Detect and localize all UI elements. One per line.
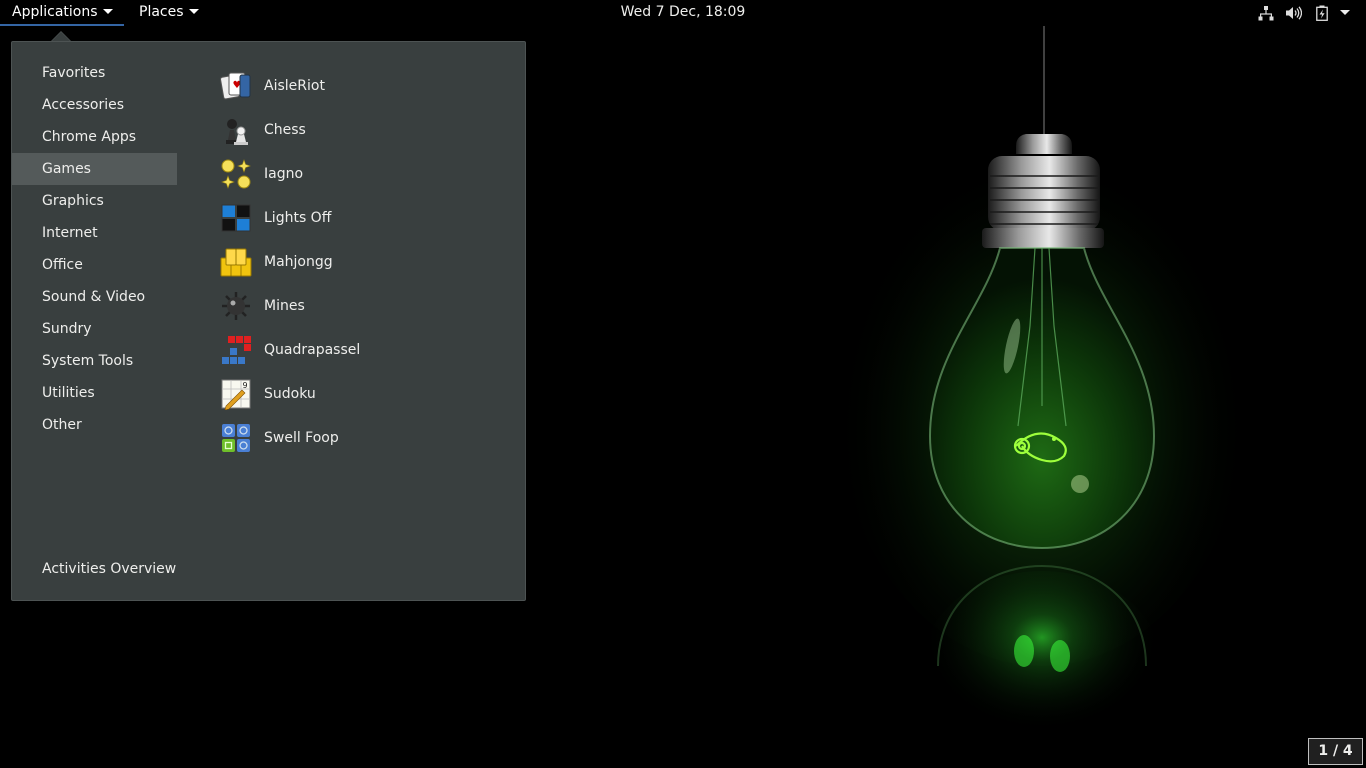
- category-games[interactable]: Games: [12, 153, 177, 185]
- iagno-icon: [220, 158, 252, 190]
- app-list: ♥ AisleRiot Chess Iagno Lights Off Mahjongg Mi…: [220, 64, 510, 460]
- app-item-chess[interactable]: Chess: [220, 108, 510, 152]
- app-item-mines[interactable]: Mines: [220, 284, 510, 328]
- chevron-down-icon: [188, 8, 199, 14]
- app-item-label: Iagno: [264, 166, 304, 182]
- category-graphics[interactable]: Graphics: [12, 185, 177, 217]
- app-item-label: Quadrapassel: [264, 342, 361, 358]
- svg-text:9: 9: [242, 381, 247, 390]
- app-item-lights-off[interactable]: Lights Off: [220, 196, 510, 240]
- app-item-label: Chess: [264, 122, 306, 138]
- cards-icon: ♥: [220, 70, 252, 102]
- app-item-aisleriot[interactable]: ♥ AisleRiot: [220, 64, 510, 108]
- system-menu-chevron-icon[interactable]: [1340, 10, 1350, 15]
- app-item-sudoku[interactable]: 9 Sudoku: [220, 372, 510, 416]
- clock-button[interactable]: Wed 7 Dec, 18:09: [621, 4, 746, 20]
- category-office[interactable]: Office: [12, 249, 177, 281]
- applications-menu-button[interactable]: Applications: [0, 0, 124, 26]
- app-item-label: Sudoku: [264, 386, 316, 402]
- lights-off-icon: [220, 202, 252, 234]
- app-item-label: Mines: [264, 298, 305, 314]
- sudoku-icon: 9: [220, 378, 252, 411]
- category-system-tools[interactable]: System Tools: [12, 345, 177, 377]
- app-item-label: AisleRiot: [264, 78, 325, 94]
- category-other[interactable]: Other: [12, 409, 177, 441]
- chess-icon: [220, 114, 252, 146]
- app-item-iagno[interactable]: Iagno: [220, 152, 510, 196]
- mine-icon: [220, 290, 252, 322]
- category-list: Favorites Accessories Chrome Apps Games Grap…: [12, 57, 177, 441]
- category-utilities[interactable]: Utilities: [12, 377, 177, 409]
- category-chrome-apps[interactable]: Chrome Apps: [12, 121, 177, 153]
- applications-popup: Favorites Accessories Chrome Apps Games Grap…: [11, 41, 526, 601]
- app-item-swell-foop[interactable]: Swell Foop: [220, 416, 510, 460]
- places-menu-label: Places: [139, 4, 184, 20]
- applications-menu-label: Applications: [12, 4, 98, 20]
- app-item-mahjongg[interactable]: Mahjongg: [220, 240, 510, 284]
- category-favorites[interactable]: Favorites: [12, 57, 177, 89]
- mahjongg-icon: [220, 246, 252, 278]
- category-accessories[interactable]: Accessories: [12, 89, 177, 121]
- app-item-label: Mahjongg: [264, 254, 333, 270]
- category-sound-video[interactable]: Sound & Video: [12, 281, 177, 313]
- workspace-indicator[interactable]: 1 / 4: [1308, 738, 1363, 765]
- chevron-down-icon: [102, 8, 113, 14]
- app-item-quadrapassel[interactable]: Quadrapassel: [220, 328, 510, 372]
- app-item-label: Lights Off: [264, 210, 332, 226]
- top-bar: Applications Places Wed 7 Dec, 18:09: [0, 0, 1366, 26]
- volume-icon[interactable]: [1285, 5, 1302, 21]
- lightbulb-wallpaper: [832, 26, 1252, 736]
- activities-overview-item[interactable]: Activities Overview: [42, 557, 176, 581]
- places-menu-button[interactable]: Places: [139, 0, 199, 26]
- network-icon[interactable]: [1258, 5, 1274, 21]
- app-item-label: Swell Foop: [264, 430, 339, 446]
- category-sundry[interactable]: Sundry: [12, 313, 177, 345]
- swell-foop-icon: [220, 422, 252, 454]
- battery-icon[interactable]: [1316, 5, 1328, 21]
- category-internet[interactable]: Internet: [12, 217, 177, 249]
- tetromino-icon: [220, 334, 252, 366]
